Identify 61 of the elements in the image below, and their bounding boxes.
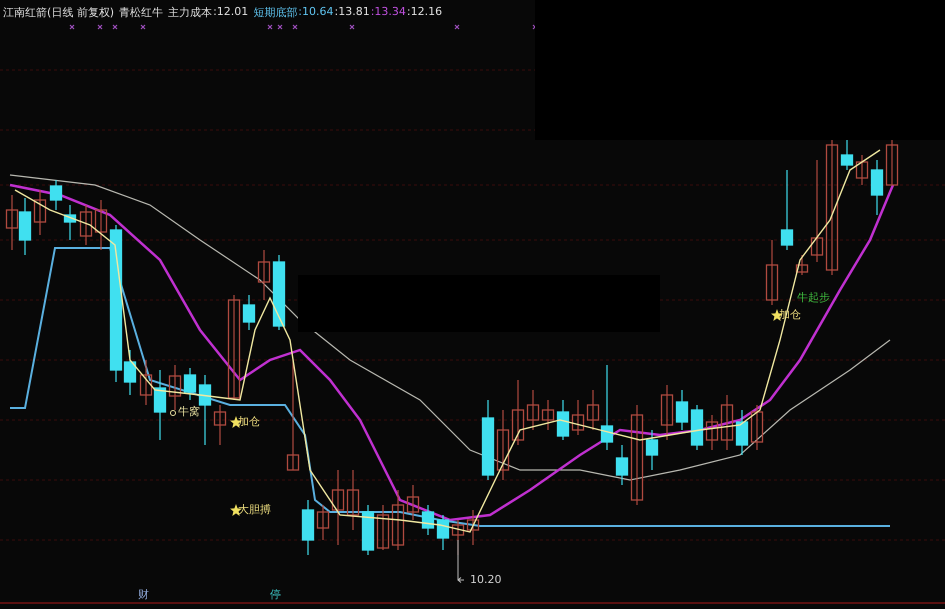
candlestick xyxy=(6,195,18,250)
candlestick xyxy=(796,255,808,275)
chart-annotation: 牛窝 xyxy=(178,405,200,419)
candlestick xyxy=(706,415,718,450)
candlestick xyxy=(720,395,734,450)
leader-line xyxy=(458,540,464,583)
candlestick xyxy=(840,140,854,170)
candlestick xyxy=(302,500,314,555)
candlestick xyxy=(50,180,62,210)
indicator-value: :13.81 xyxy=(334,5,370,20)
indicator-value: :13.34 xyxy=(370,5,406,20)
candlestick xyxy=(214,405,226,445)
candlestick xyxy=(406,485,420,520)
indicator-label: 短期底部 xyxy=(253,5,298,20)
stock-title: 江南红箭(日线 前复权) xyxy=(3,5,114,20)
candlestick xyxy=(436,515,450,550)
candlestick xyxy=(870,160,884,215)
candlestick xyxy=(184,368,196,400)
event-marker: 财 xyxy=(138,588,149,602)
candlestick xyxy=(646,430,658,470)
candlestick xyxy=(542,400,554,430)
candlestick xyxy=(64,205,76,240)
candlestick xyxy=(616,445,628,485)
candlestick xyxy=(198,375,212,445)
candlestick xyxy=(392,490,404,550)
circle-icon xyxy=(170,410,176,416)
candlestick xyxy=(80,205,92,245)
event-marker: 停 xyxy=(270,588,281,602)
indicator-name: 青松红牛 xyxy=(119,5,164,20)
candlestick xyxy=(750,405,764,450)
candlestick xyxy=(346,470,360,530)
candlestick xyxy=(660,385,674,440)
candlestick xyxy=(736,410,748,455)
candlestick xyxy=(556,400,570,440)
candlestick xyxy=(362,505,374,555)
chart-annotation: 10.20 xyxy=(470,573,502,587)
indicator-label: 主力成本 xyxy=(168,5,212,20)
chart-annotation: 大胆搏 xyxy=(238,503,271,517)
candlestick xyxy=(676,390,688,430)
candlestick xyxy=(316,505,330,540)
indicator-value: :12.01 xyxy=(213,5,248,20)
candlestick xyxy=(856,155,868,185)
candlestick xyxy=(94,200,108,250)
candlestick xyxy=(376,505,390,550)
candlestick xyxy=(526,390,540,430)
chart-annotation: 牛起步 xyxy=(797,291,830,305)
candlestick xyxy=(886,140,898,186)
candlestick xyxy=(242,295,256,330)
indicator-value: :12.16 xyxy=(406,5,442,20)
candlestick xyxy=(18,198,32,255)
candlestick xyxy=(572,400,584,435)
candlestick xyxy=(34,190,46,235)
candlestick xyxy=(766,240,778,305)
candlestick xyxy=(690,405,704,450)
candlestick xyxy=(258,250,270,300)
indicator-value: :10.64 xyxy=(298,5,334,20)
candlestick xyxy=(422,505,434,535)
candlestick xyxy=(512,380,524,445)
candlestick xyxy=(496,410,510,480)
chart-annotation: 加仓 xyxy=(238,415,260,429)
candlestick xyxy=(466,510,480,545)
